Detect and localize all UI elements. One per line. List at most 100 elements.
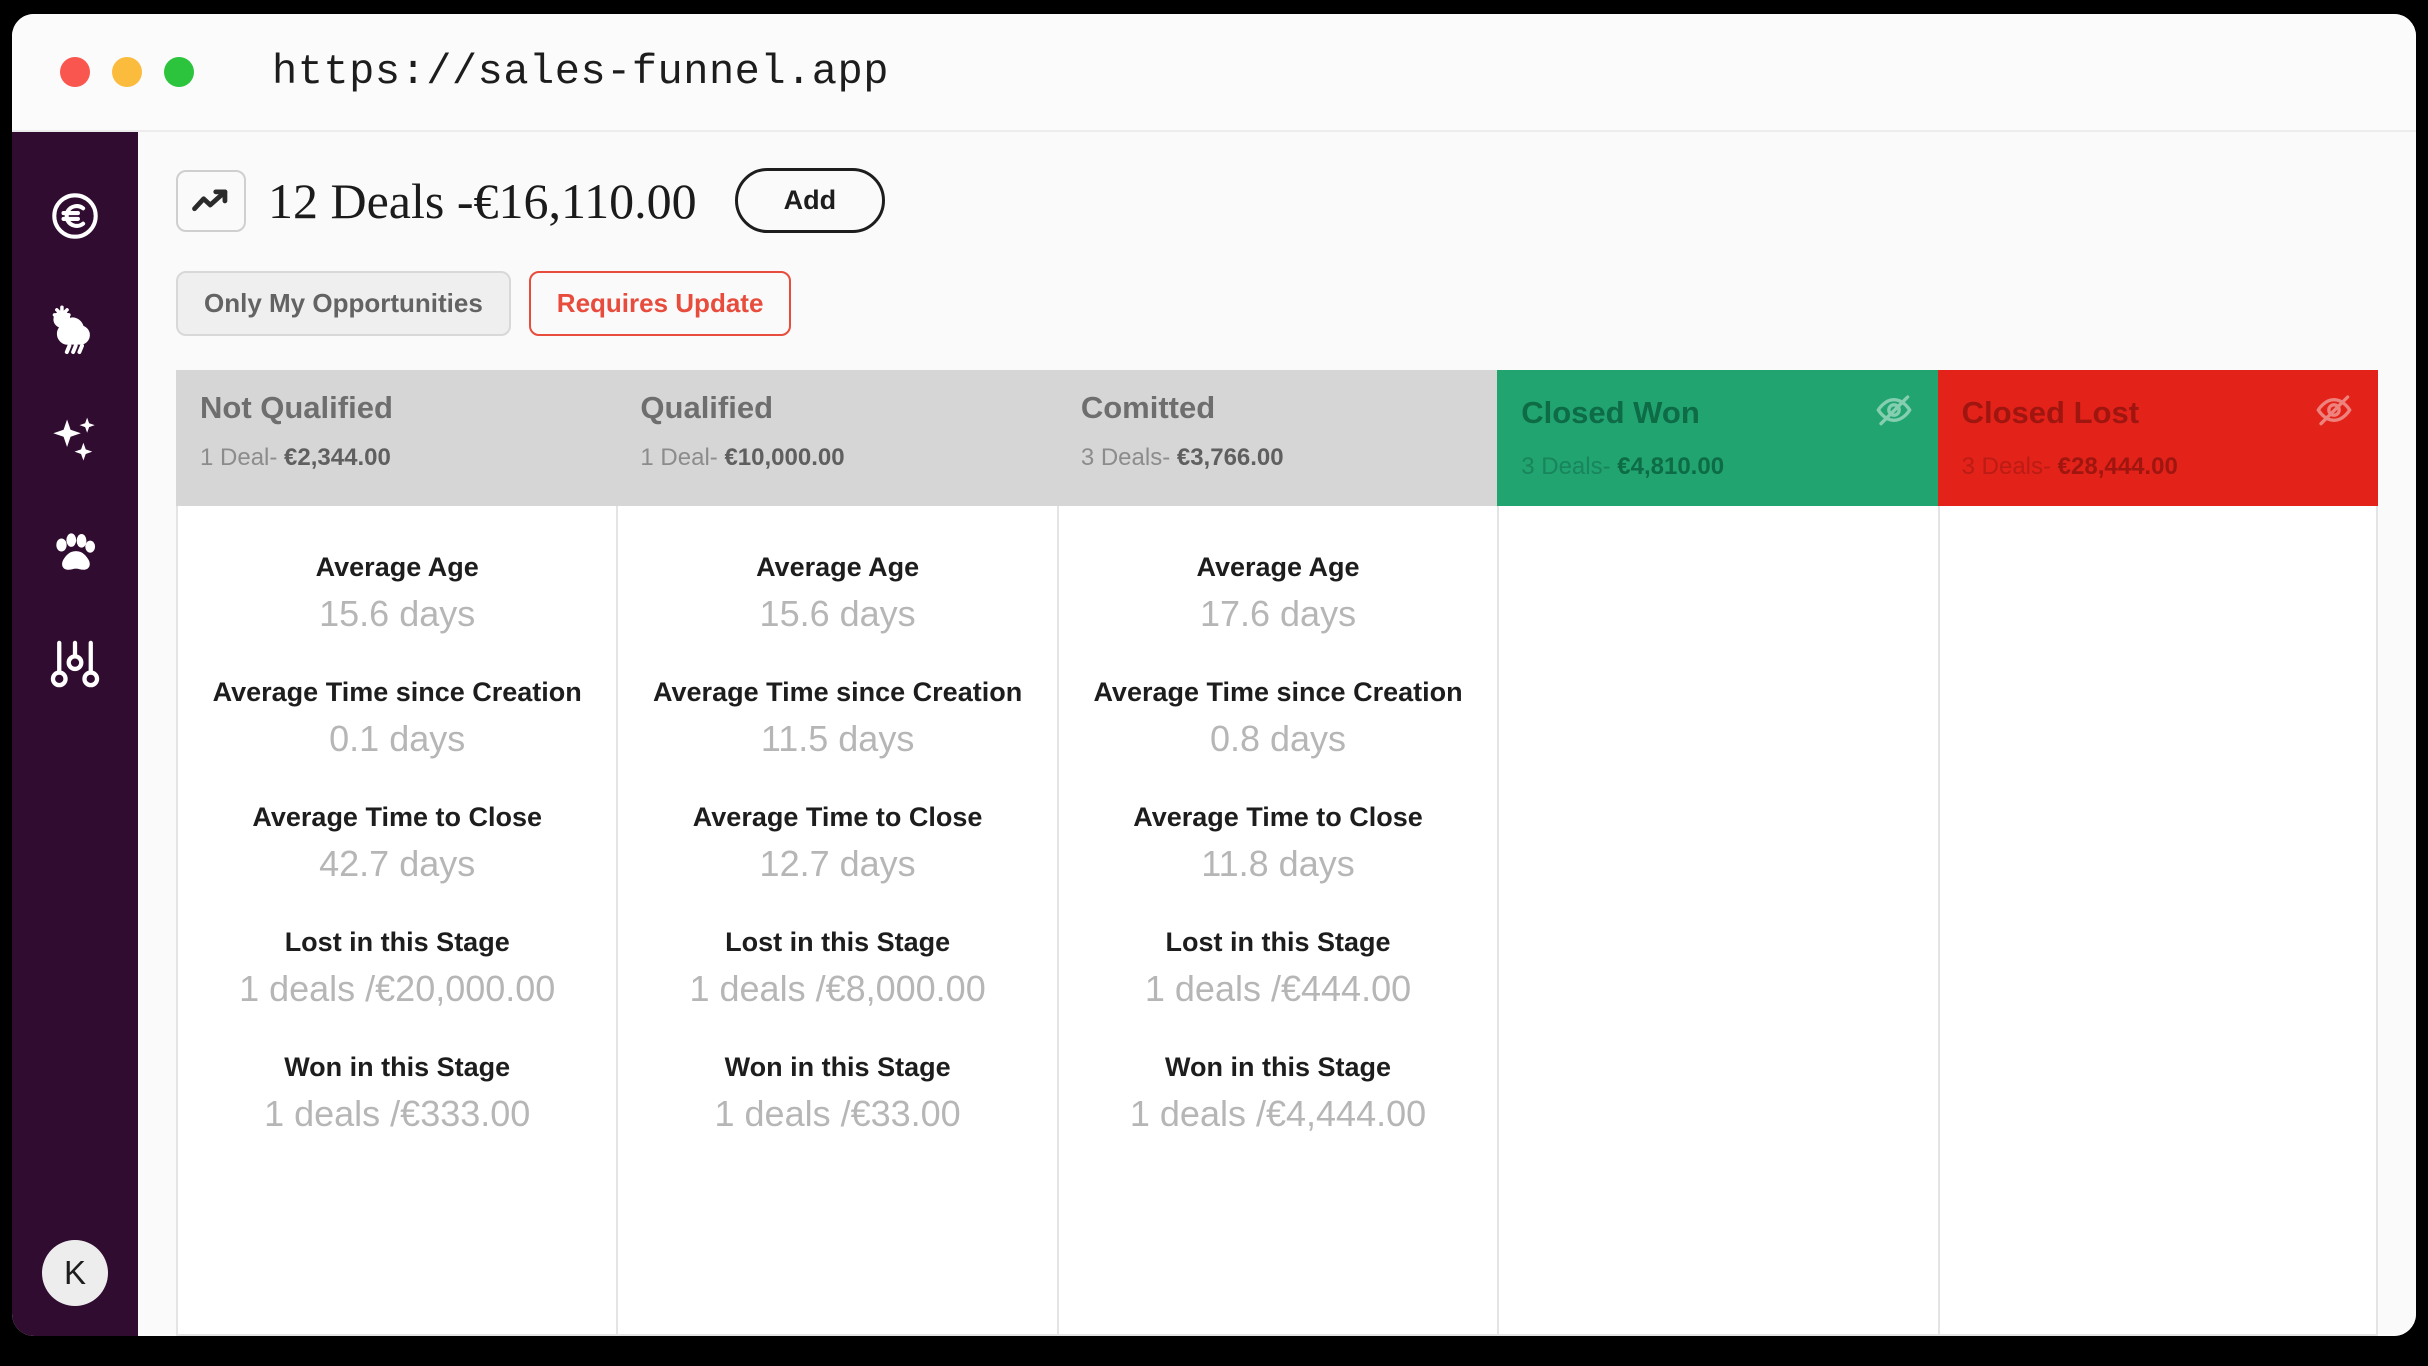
funnel-column-closed-won: Closed Won 3 Deals- €4,810.00 — [1497, 370, 1938, 1336]
column-deal-count: 3 Deals- — [1961, 453, 2058, 480]
metric-time-since-creation: Average Time since Creation 11.5 days — [618, 677, 1056, 760]
address-bar[interactable]: https://sales-funnel.app — [272, 48, 889, 96]
column-title: Closed Won — [1521, 394, 1700, 430]
browser-chrome: https://sales-funnel.app — [12, 14, 2416, 132]
metric-label: Average Age — [1196, 552, 1360, 582]
metric-time-to-close: Average Time to Close 42.7 days — [178, 802, 616, 885]
metric-label: Average Time to Close — [1133, 802, 1423, 832]
metric-value: 1 deals /€444.00 — [1144, 968, 1412, 1009]
column-header[interactable]: Comitted 3 Deals- €3,766.00 — [1056, 370, 1498, 506]
metric-label: Average Time since Creation — [1093, 677, 1463, 707]
metric-label: Lost in this Stage — [1165, 927, 1391, 957]
funnel-column-comitted: Comitted 3 Deals- €3,766.00 Average Age … — [1056, 370, 1498, 1336]
browser-window: https://sales-funnel.app K 12 Deals -€16… — [12, 14, 2416, 1336]
column-summary: 1 Deal- €10,000.00 — [640, 444, 1032, 472]
filter-only-my-opportunities[interactable]: Only My Opportunities — [176, 271, 511, 336]
column-title: Not Qualified — [200, 390, 393, 425]
metric-value: 1 deals /€4,444.00 — [1129, 1093, 1427, 1134]
trending-up-icon — [176, 169, 246, 232]
metric-label: Average Age — [315, 552, 479, 582]
column-body: Average Age 17.6 days Average Time since… — [1056, 506, 1498, 1336]
funnel-column-closed-lost: Closed Lost 3 Deals- €28,444.00 — [1937, 370, 2379, 1336]
metric-label: Average Age — [756, 552, 920, 582]
metric-lost-in-stage: Lost in this Stage 1 deals /€20,000.00 — [178, 927, 616, 1010]
add-button[interactable]: Add — [734, 168, 886, 233]
column-header[interactable]: Not Qualified 1 Deal- €2,344.00 — [176, 370, 617, 506]
sidebar-item-currency[interactable] — [25, 160, 125, 272]
main-content: 12 Deals -€16,110.00 Add Only My Opportu… — [138, 132, 2416, 1336]
column-deal-count: 3 Deals- — [1080, 444, 1177, 471]
column-body — [1497, 506, 1938, 1336]
funnel-board: Not Qualified 1 Deal- €2,344.00 Average … — [176, 370, 2379, 1336]
funnel-column-not-qualified: Not Qualified 1 Deal- €2,344.00 Average … — [176, 370, 617, 1336]
filter-bar: Only My Opportunities Requires Update — [138, 233, 2416, 336]
metric-average-age: Average Age 15.6 days — [618, 552, 1056, 635]
sidebar-item-settings[interactable] — [25, 608, 125, 720]
metric-won-in-stage: Won in this Stage 1 deals /€333.00 — [178, 1052, 616, 1135]
column-deal-amount: €3,766.00 — [1176, 444, 1284, 471]
column-deal-amount: €10,000.00 — [724, 444, 845, 471]
metric-value: 15.6 days — [319, 593, 476, 634]
column-summary: 3 Deals- €28,444.00 — [1962, 453, 2354, 481]
column-deal-amount: €28,444.00 — [2057, 453, 2178, 480]
column-deal-amount: €4,810.00 — [1617, 453, 1725, 480]
metric-label: Lost in this Stage — [725, 927, 951, 957]
column-body: Average Age 15.6 days Average Time since… — [616, 506, 1057, 1336]
sliders-icon — [48, 637, 102, 691]
traffic-lights — [60, 57, 194, 87]
euro-circle-icon — [48, 189, 102, 243]
column-title: Closed Lost — [1961, 394, 2140, 430]
metric-time-to-close: Average Time to Close 11.8 days — [1059, 802, 1497, 885]
sun-rain-icon — [47, 300, 103, 356]
column-title: Comitted — [1080, 390, 1216, 425]
column-header[interactable]: Closed Lost 3 Deals- €28,444.00 — [1937, 370, 2379, 506]
metric-won-in-stage: Won in this Stage 1 deals /€4,444.00 — [1059, 1052, 1497, 1135]
sparkles-icon — [47, 412, 103, 468]
metric-label: Average Time since Creation — [212, 677, 582, 707]
page-header: 12 Deals -€16,110.00 Add — [138, 132, 2416, 233]
metric-value: 0.8 days — [1209, 718, 1347, 759]
sidebar-item-pets[interactable] — [25, 496, 125, 608]
column-summary: 3 Deals- €4,810.00 — [1521, 453, 1913, 481]
page-title: 12 Deals -€16,110.00 — [268, 172, 697, 229]
metric-value: 0.1 days — [329, 718, 466, 759]
sidebar-item-weather[interactable] — [25, 272, 125, 384]
eye-off-icon[interactable] — [2314, 390, 2354, 435]
metric-label: Won in this Stage — [284, 1052, 511, 1082]
maximize-window-button[interactable] — [164, 57, 194, 87]
close-window-button[interactable] — [60, 57, 90, 87]
column-deal-count: 1 Deal- — [200, 444, 285, 471]
metric-won-in-stage: Won in this Stage 1 deals /€33.00 — [618, 1052, 1056, 1135]
column-body — [1937, 506, 2379, 1336]
column-title: Qualified — [640, 390, 774, 425]
filter-requires-update[interactable]: Requires Update — [528, 271, 792, 336]
metric-lost-in-stage: Lost in this Stage 1 deals /€8,000.00 — [618, 927, 1056, 1010]
metric-value: 15.6 days — [759, 593, 916, 634]
metric-label: Lost in this Stage — [284, 927, 510, 957]
metric-label: Won in this Stage — [1165, 1052, 1392, 1082]
sidebar-item-sparkles[interactable] — [25, 384, 125, 496]
metric-average-age: Average Age 15.6 days — [178, 552, 616, 635]
column-deal-count: 1 Deal- — [640, 444, 725, 471]
column-header[interactable]: Qualified 1 Deal- €10,000.00 — [616, 370, 1057, 506]
column-deal-count: 3 Deals- — [1521, 453, 1618, 480]
screen: https://sales-funnel.app K 12 Deals -€16… — [0, 0, 2428, 1366]
eye-off-icon[interactable] — [1874, 390, 1914, 435]
metric-value: 12.7 days — [759, 843, 916, 884]
metric-value: 11.5 days — [760, 718, 915, 759]
column-deal-amount: €2,344.00 — [284, 444, 391, 471]
column-summary: 3 Deals- €3,766.00 — [1081, 444, 1473, 472]
column-summary: 1 Deal- €2,344.00 — [200, 444, 592, 472]
column-header[interactable]: Closed Won 3 Deals- €4,810.00 — [1497, 370, 1938, 506]
metric-value: 11.8 days — [1201, 843, 1355, 884]
metric-lost-in-stage: Lost in this Stage 1 deals /€444.00 — [1059, 927, 1497, 1010]
sidebar: K — [12, 132, 138, 1336]
avatar[interactable]: K — [42, 1240, 108, 1306]
metric-average-age: Average Age 17.6 days — [1059, 552, 1497, 635]
metric-time-to-close: Average Time to Close 12.7 days — [618, 802, 1056, 885]
minimize-window-button[interactable] — [112, 57, 142, 87]
column-body: Average Age 15.6 days Average Time since… — [176, 506, 617, 1336]
metric-value: 42.7 days — [319, 843, 476, 884]
metric-label: Average Time since Creation — [653, 677, 1023, 707]
metric-label: Won in this Stage — [724, 1052, 951, 1082]
